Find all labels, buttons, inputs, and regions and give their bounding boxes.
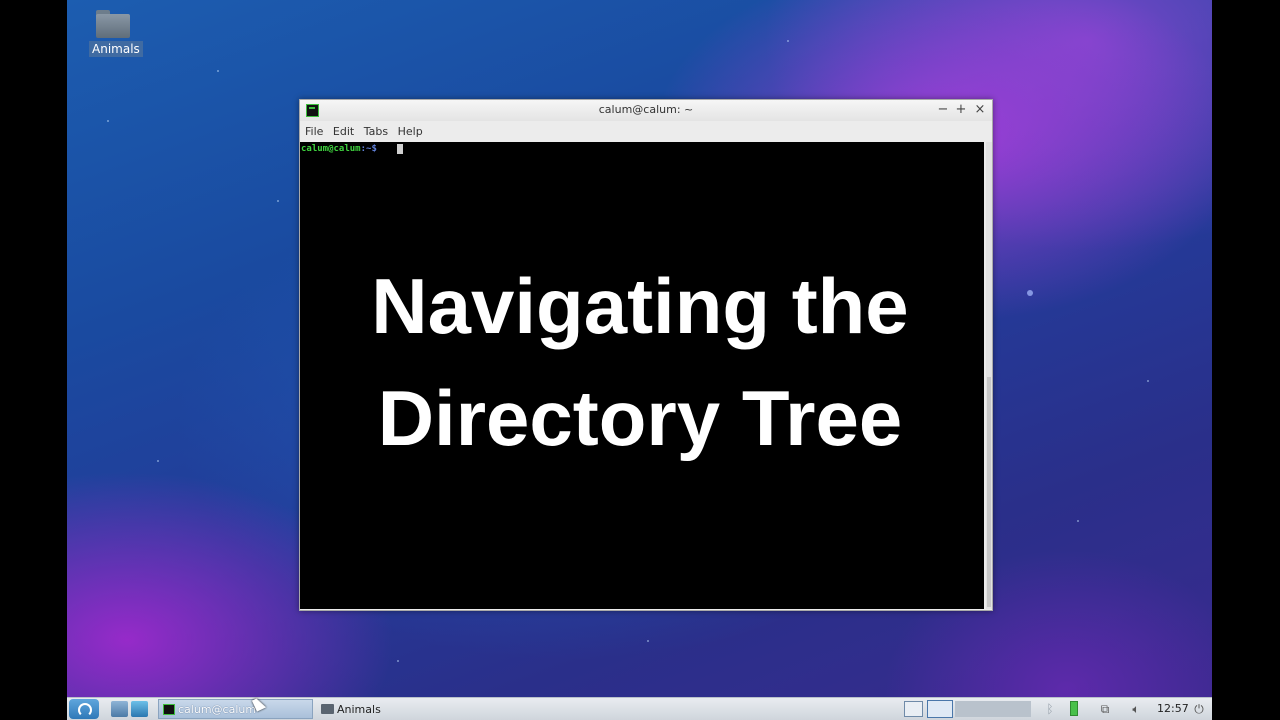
workspace-switcher[interactable] (955, 701, 1031, 717)
title-line-1: Navigating the (371, 262, 909, 350)
desktop-icon-animals[interactable]: Animals (89, 8, 143, 57)
window-title: calum@calum: ~ (598, 103, 694, 116)
power-icon[interactable]: ⏻ (1191, 701, 1207, 717)
file-manager-launcher-icon[interactable] (111, 701, 128, 717)
background-star (647, 640, 649, 642)
browser-launcher-icon[interactable] (131, 701, 148, 717)
battery-icon[interactable] (1070, 701, 1078, 716)
folder-icon (321, 704, 334, 714)
terminal-icon (163, 703, 175, 715)
window-titlebar[interactable]: calum@calum: ~ − + × (300, 100, 992, 121)
workspace-2[interactable] (927, 700, 953, 718)
menu-edit[interactable]: Edit (333, 121, 358, 138)
background-star (217, 70, 219, 72)
minimize-button[interactable]: − (934, 101, 952, 119)
volume-icon[interactable]: 🔈︎ (1127, 701, 1145, 717)
menubar: File Edit Tabs Help (300, 121, 992, 141)
taskbar-task-animals[interactable]: Animals (317, 699, 492, 719)
menu-tabs[interactable]: Tabs (364, 121, 392, 138)
text-cursor (397, 144, 403, 154)
menu-help[interactable]: Help (398, 121, 427, 138)
task-label: calum@calum (178, 702, 257, 716)
video-title-overlay: Navigating the Directory Tree (0, 250, 1280, 474)
background-star (277, 200, 279, 202)
prompt-user: calum@calum (301, 144, 361, 154)
clock[interactable]: 12:57 (1157, 702, 1189, 715)
taskbar-task-terminal[interactable]: calum@calum (158, 699, 313, 719)
prompt-path: :~$ (360, 144, 377, 154)
task-label: Animals (337, 702, 381, 716)
taskbar: calum@calum Animals ᛒ ⧉ 🔈︎ 12:57 ⏻ (67, 697, 1212, 720)
close-button[interactable]: × (971, 101, 989, 119)
desktop-icon-label: Animals (89, 41, 143, 57)
start-menu-button[interactable] (69, 699, 99, 719)
title-line-2: Directory Tree (377, 374, 903, 462)
menu-file[interactable]: File (305, 121, 327, 138)
maximize-button[interactable]: + (952, 101, 970, 119)
background-star (1077, 520, 1079, 522)
bluetooth-icon[interactable]: ᛒ (1044, 701, 1056, 717)
folder-icon (96, 8, 130, 38)
background-star (397, 660, 399, 662)
shell-prompt: calum@calum:~$ (301, 144, 377, 154)
workspace-1[interactable] (904, 701, 923, 717)
background-star (787, 40, 789, 42)
network-icon[interactable]: ⧉ (1097, 701, 1113, 717)
background-star (107, 120, 109, 122)
